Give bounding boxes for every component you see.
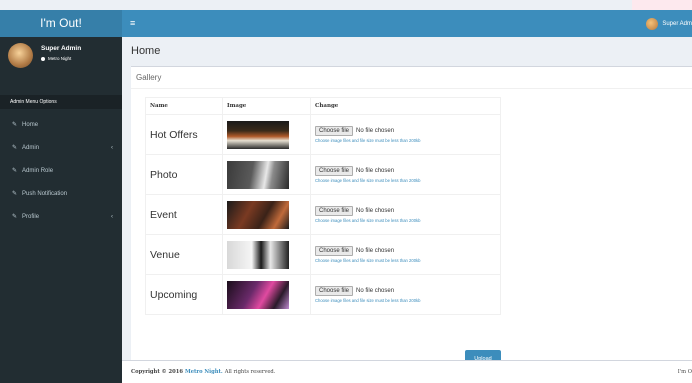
link-icon: ✎ (12, 145, 18, 151)
gallery-thumbnail (227, 280, 289, 309)
page-title: Home (131, 45, 161, 57)
link-icon: ✎ (12, 214, 18, 220)
gallery-item-name: Hot Offers (145, 114, 223, 155)
sidebar-item-label: Home (22, 121, 39, 128)
footer-right-text: I'm O (677, 369, 692, 375)
chevron-left-icon: ‹ (111, 144, 113, 151)
user-name-top: Super Adm (662, 20, 692, 27)
gallery-change-cell: Choose file No file chosen Choose image fi… (310, 114, 501, 155)
file-input[interactable]: Choose file No file chosen (315, 286, 500, 296)
file-status: No file chosen (356, 288, 395, 294)
footer: Copyright © 2016 Metro Night. All rights… (122, 360, 692, 383)
file-status: No file chosen (356, 208, 395, 214)
link-icon: ✎ (12, 122, 18, 128)
choose-file-button[interactable]: Choose file (315, 246, 354, 256)
gallery-change-cell: Choose file No file chosen Choose image fi… (310, 194, 501, 235)
table-row: Upcoming Choose file No file chosen Choose … (145, 274, 501, 315)
sidebar-item-label: Admin Role (22, 167, 54, 174)
file-status: No file chosen (356, 128, 395, 134)
file-hint: Choose image files and file size must be… (315, 138, 421, 143)
gallery-image-cell (222, 194, 311, 235)
avatar (8, 43, 33, 68)
sidebar-item-label: Admin (22, 144, 40, 151)
table-row: Photo Choose file No file chosen Choose ima… (145, 154, 501, 195)
link-icon: ✎ (12, 191, 18, 197)
gallery-image-cell (222, 114, 311, 155)
file-status: No file chosen (356, 168, 395, 174)
gallery-change-cell: Choose file No file chosen Choose image fi… (310, 274, 501, 315)
footer-copyright: Copyright © 2016 (131, 369, 183, 375)
footer-rights: All rights reserved. (224, 369, 276, 375)
file-input[interactable]: Choose file No file chosen (315, 206, 500, 216)
user-panel: Super Admin Metro Night (8, 43, 81, 68)
gallery-item-name: Venue (145, 234, 223, 275)
status-dot-icon (41, 56, 45, 61)
sidebar-menu: ✎ Home ✎ Admin ‹ ✎ Admin Role ✎ Push Notificatio… (0, 113, 122, 228)
column-header-image: Image (222, 97, 311, 115)
user-menu[interactable]: Super Adm (646, 10, 692, 37)
sidebar-item-label: Push Notification (22, 190, 68, 197)
table-row: Venue Choose file No file chosen Choose ima… (145, 234, 501, 275)
file-input[interactable]: Choose file No file chosen (315, 166, 500, 176)
gallery-title: Gallery (136, 73, 162, 82)
gallery-image-cell (222, 234, 311, 275)
gallery-image-cell (222, 274, 311, 315)
choose-file-button[interactable]: Choose file (315, 126, 354, 136)
file-input[interactable]: Choose file No file chosen (315, 246, 500, 256)
sidebar-item-home[interactable]: ✎ Home (0, 113, 122, 136)
gallery-change-cell: Choose file No file chosen Choose image fi… (310, 154, 501, 195)
footer-brand-link[interactable]: Metro Night. (185, 369, 223, 375)
menu-toggle-icon[interactable]: ≡ (130, 10, 135, 37)
gallery-change-cell: Choose file No file chosen Choose image fi… (310, 234, 501, 275)
divider (131, 88, 692, 89)
app-logo[interactable]: I'm Out! (0, 10, 122, 37)
choose-file-button[interactable]: Choose file (315, 166, 354, 176)
file-hint: Choose image files and file size must be… (315, 298, 421, 303)
table-header-row: Name Image Change (145, 97, 501, 115)
column-header-change: Change (310, 97, 501, 115)
column-header-name: Name (145, 97, 223, 115)
sidebar-item-profile[interactable]: ✎ Profile ‹ (0, 205, 122, 228)
gallery-item-name: Event (145, 194, 223, 235)
file-hint: Choose image files and file size must be… (315, 178, 421, 183)
user-status: Metro Night (41, 56, 81, 61)
main-content: Home Gallery Name Image Change Hot Offer… (122, 37, 692, 383)
choose-file-button[interactable]: Choose file (315, 286, 354, 296)
user-avatar-small (646, 17, 659, 30)
gallery-table: Name Image Change Hot Offers Choose file N… (145, 97, 501, 315)
gallery-item-name: Photo (145, 154, 223, 195)
gallery-box: Gallery Name Image Change Hot Offers Choo… (131, 66, 692, 383)
gallery-thumbnail (227, 200, 289, 229)
sidebar: Super Admin Metro Night Admin Menu Optio… (0, 37, 122, 383)
chevron-left-icon: ‹ (111, 213, 113, 220)
gallery-thumbnail (227, 160, 289, 189)
file-hint: Choose image files and file size must be… (315, 218, 421, 223)
choose-file-button[interactable]: Choose file (315, 206, 354, 216)
table-row: Hot Offers Choose file No file chosen Choos… (145, 114, 501, 155)
top-navbar: ≡ Super Adm (122, 10, 692, 37)
menu-header: Admin Menu Options (0, 95, 122, 109)
gallery-item-name: Upcoming (145, 274, 223, 315)
gallery-thumbnail (227, 240, 289, 269)
sidebar-item-push-notification[interactable]: ✎ Push Notification (0, 182, 122, 205)
sidebar-item-admin[interactable]: ✎ Admin ‹ (0, 136, 122, 159)
top-decoration (632, 0, 692, 10)
user-name: Super Admin (41, 45, 82, 52)
user-status-label: Metro Night (48, 56, 72, 61)
sidebar-item-admin-role[interactable]: ✎ Admin Role (0, 159, 122, 182)
file-hint: Choose image files and file size must be… (315, 258, 421, 263)
file-input[interactable]: Choose file No file chosen (315, 126, 500, 136)
file-status: No file chosen (356, 248, 395, 254)
gallery-thumbnail (227, 120, 289, 149)
sidebar-item-label: Profile (22, 213, 40, 220)
link-icon: ✎ (12, 168, 18, 174)
table-row: Event Choose file No file chosen Choose ima… (145, 194, 501, 235)
gallery-image-cell (222, 154, 311, 195)
